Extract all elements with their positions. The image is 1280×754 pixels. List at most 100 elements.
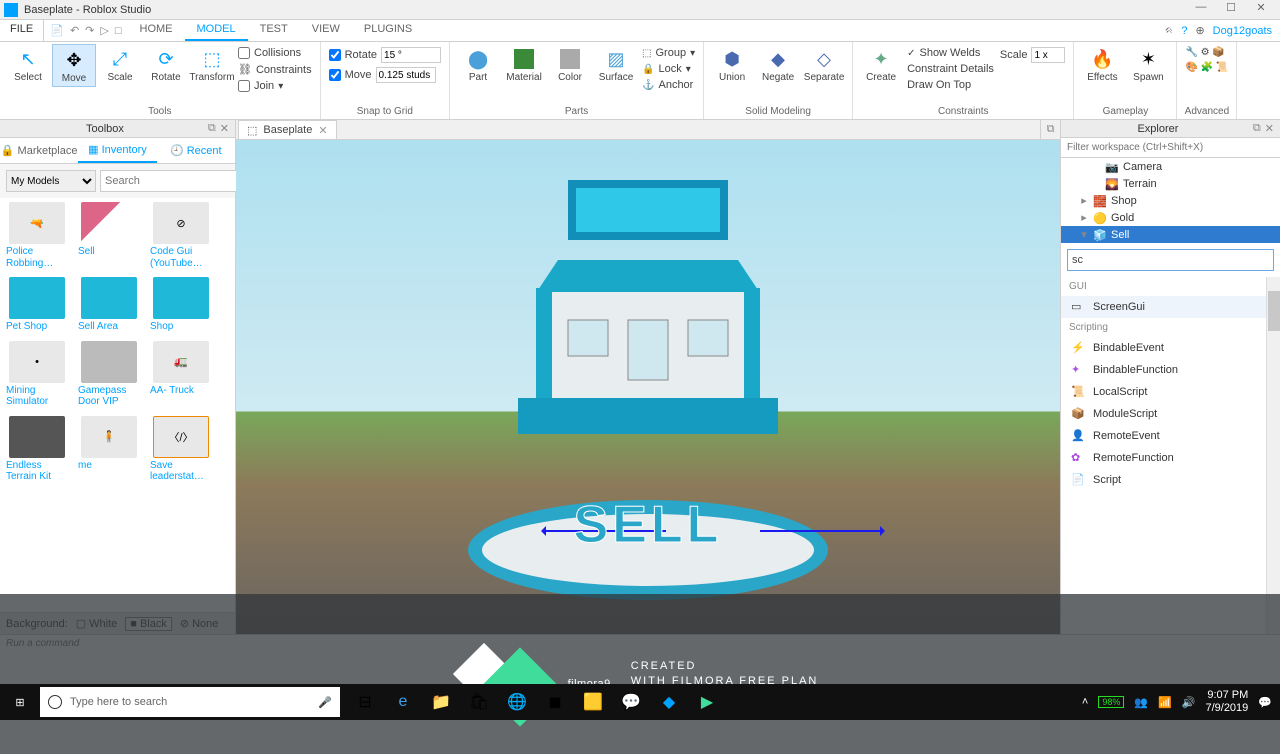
close-button[interactable]: ✕ bbox=[1246, 1, 1276, 19]
insert-remotefunction[interactable]: ✿RemoteFunction bbox=[1061, 447, 1280, 469]
tab-home[interactable]: HOME bbox=[128, 20, 185, 41]
toolbox-item[interactable]: 〈/〉Save leaderstat… bbox=[150, 416, 212, 483]
move-gizmo-x-pos[interactable] bbox=[760, 530, 880, 532]
task-view-icon[interactable]: ⊟ bbox=[346, 684, 384, 720]
anchor-button[interactable]: ⚓ Anchor bbox=[642, 78, 695, 92]
tray-chevron-icon[interactable]: ˄ bbox=[1082, 696, 1088, 708]
volume-icon[interactable]: 🔊 bbox=[1182, 696, 1196, 709]
bg-none-option[interactable]: ⊘ None bbox=[180, 617, 219, 630]
toolbox-item[interactable]: Shop bbox=[150, 277, 212, 333]
roblox-icon[interactable]: ◼ bbox=[536, 684, 574, 720]
constraints-checkbox[interactable]: ⛓Constraints bbox=[238, 62, 312, 77]
tab-plugins[interactable]: PLUGINS bbox=[352, 20, 424, 41]
command-input[interactable] bbox=[0, 635, 1280, 652]
adv-row-2[interactable]: 🎨 🧩 📜 bbox=[1185, 61, 1228, 74]
insert-bindablefunction[interactable]: ✦BindableFunction bbox=[1061, 359, 1280, 381]
spawn-button[interactable]: ✶Spawn bbox=[1126, 44, 1170, 85]
studio-icon[interactable]: ◆ bbox=[650, 684, 688, 720]
create-button[interactable]: ✦Create bbox=[859, 44, 903, 85]
group-button[interactable]: ⬚ Group ▾ bbox=[642, 46, 695, 60]
insert-scrollbar[interactable] bbox=[1266, 277, 1280, 634]
explorer-filter-input[interactable] bbox=[1061, 138, 1280, 158]
collapse-ribbon-icon[interactable]: ᨑ bbox=[1165, 24, 1173, 37]
snap-rotate-checkbox[interactable]: Rotate bbox=[329, 46, 441, 64]
tree-item-shop[interactable]: ▸🧱Shop bbox=[1061, 192, 1280, 209]
color-button[interactable]: Color bbox=[548, 44, 592, 85]
insert-modulescript[interactable]: 📦ModuleScript bbox=[1061, 403, 1280, 425]
tab-test[interactable]: TEST bbox=[248, 20, 300, 41]
document-tab[interactable]: ⬚ Baseplate ✕ bbox=[238, 120, 337, 139]
separate-button[interactable]: ◇Separate bbox=[802, 44, 846, 85]
username-label[interactable]: Dog12goats bbox=[1213, 25, 1272, 37]
toolbox-item[interactable]: ⊘Code Gui (YouTube… bbox=[150, 202, 212, 269]
notifications-tray-icon[interactable]: 💬 bbox=[1258, 696, 1272, 709]
toolbox-search-input[interactable] bbox=[100, 170, 252, 192]
tab-marketplace[interactable]: 🔒 Marketplace bbox=[0, 138, 78, 163]
bg-black-option[interactable]: ■ Black bbox=[125, 617, 172, 631]
lock-button[interactable]: 🔒 Lock ▾ bbox=[642, 62, 695, 76]
negate-button[interactable]: ◆Negate bbox=[756, 44, 800, 85]
edge-icon[interactable]: e bbox=[384, 684, 422, 720]
file-explorer-icon[interactable]: 📁 bbox=[422, 684, 460, 720]
collisions-checkbox[interactable]: Collisions bbox=[238, 46, 312, 60]
tab-inventory[interactable]: ▦ Inventory bbox=[78, 138, 156, 163]
toolbox-item[interactable]: 🧍me bbox=[78, 416, 140, 483]
tree-item-camera[interactable]: 📷Camera bbox=[1061, 158, 1280, 175]
toolbox-item[interactable]: Pet Shop bbox=[6, 277, 68, 333]
scale-input[interactable] bbox=[1031, 47, 1065, 63]
show-welds-checkbox[interactable]: ✓ Show Welds bbox=[907, 46, 994, 60]
start-button[interactable]: ⊞ bbox=[0, 684, 40, 720]
insert-screengui[interactable]: ▭ScreenGui bbox=[1061, 296, 1280, 318]
qat-undo-icon[interactable]: ↶ bbox=[70, 24, 79, 37]
file-tab[interactable]: FILE bbox=[0, 20, 44, 41]
select-button[interactable]: ↖Select bbox=[6, 44, 50, 85]
notifications-icon[interactable]: ⊕ bbox=[1195, 24, 1204, 37]
explorer-undock-icon[interactable]: ⧉ bbox=[1251, 122, 1263, 135]
tab-model[interactable]: MODEL bbox=[185, 20, 248, 41]
app-icon-1[interactable]: 🟨 bbox=[574, 684, 612, 720]
tab-view[interactable]: VIEW bbox=[300, 20, 352, 41]
toolbox-undock-icon[interactable]: ⧉ bbox=[206, 122, 218, 135]
taskbar-search[interactable]: Type here to search 🎤 bbox=[40, 687, 340, 717]
tree-item-sell[interactable]: ▾🧊Sell bbox=[1061, 226, 1280, 243]
adv-row-1[interactable]: 🔧 ⚙ 📦 bbox=[1185, 46, 1228, 59]
toolbox-item[interactable]: Sell Area bbox=[78, 277, 140, 333]
qat-stop-icon[interactable]: □ bbox=[115, 25, 122, 37]
toolbox-item[interactable]: •Mining Simulator bbox=[6, 341, 68, 408]
battery-indicator[interactable]: 98% bbox=[1098, 696, 1124, 708]
discord-icon[interactable]: 💬 bbox=[612, 684, 650, 720]
effects-button[interactable]: 🔥Effects bbox=[1080, 44, 1124, 85]
surface-button[interactable]: ▨Surface bbox=[594, 44, 638, 85]
doc-tab-close-icon[interactable]: ✕ bbox=[318, 124, 327, 137]
union-button[interactable]: ⬢Union bbox=[710, 44, 754, 85]
mic-icon[interactable]: 🎤 bbox=[318, 696, 332, 709]
maximize-button[interactable]: ☐ bbox=[1216, 1, 1246, 19]
join-checkbox[interactable]: Join ▾ bbox=[238, 79, 312, 93]
toolbox-item[interactable]: 🔫Police Robbing… bbox=[6, 202, 68, 269]
snap-move-checkbox[interactable]: Move bbox=[329, 66, 441, 84]
minimize-button[interactable]: — bbox=[1186, 1, 1216, 19]
insert-bindableevent[interactable]: ⚡BindableEvent bbox=[1061, 337, 1280, 359]
part-button[interactable]: ⬤Part bbox=[456, 44, 500, 85]
toolbox-item[interactable]: 🚛AA- Truck bbox=[150, 341, 212, 408]
toolbox-item[interactable]: Gamepass Door VIP bbox=[78, 341, 140, 408]
people-icon[interactable]: 👥 bbox=[1134, 696, 1148, 709]
transform-button[interactable]: ⬚Transform bbox=[190, 44, 234, 85]
filmora-icon[interactable]: ▶ bbox=[688, 684, 726, 720]
move-button[interactable]: ✥Move bbox=[52, 44, 96, 87]
doc-dropdown-icon[interactable]: ⧉ bbox=[1040, 120, 1060, 139]
bg-white-option[interactable]: ▢ White bbox=[76, 617, 118, 630]
explorer-close-icon[interactable]: ✕ bbox=[1263, 122, 1276, 135]
toolbox-close-icon[interactable]: ✕ bbox=[218, 122, 231, 135]
3d-viewport[interactable]: SELL bbox=[236, 140, 1060, 634]
toolbox-item[interactable]: Sell bbox=[78, 202, 140, 269]
store-icon[interactable]: 🛍 bbox=[460, 684, 498, 720]
chrome-icon[interactable]: 🌐 bbox=[498, 684, 536, 720]
wifi-icon[interactable]: 📶 bbox=[1158, 696, 1172, 709]
tree-item-gold[interactable]: ▸🟡Gold bbox=[1061, 209, 1280, 226]
constraint-details-checkbox[interactable]: Constraint Details bbox=[907, 62, 994, 76]
qat-new-icon[interactable]: 📄 bbox=[50, 24, 64, 37]
taskbar-clock[interactable]: 9:07 PM 7/9/2019 bbox=[1205, 689, 1248, 714]
insert-script[interactable]: 📄Script bbox=[1061, 469, 1280, 491]
toolbox-item[interactable]: Endless Terrain Kit bbox=[6, 416, 68, 483]
